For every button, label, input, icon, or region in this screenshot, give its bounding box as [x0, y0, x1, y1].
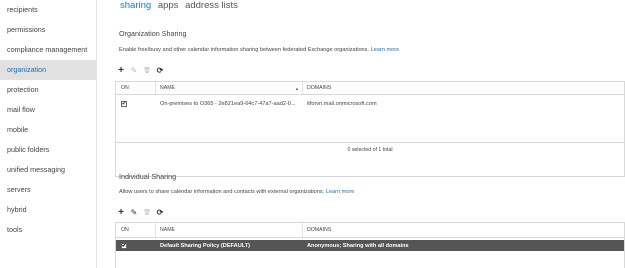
- row-on-cell: ✔: [116, 98, 156, 110]
- individual-sharing-description: Allow users to share calendar informatio…: [119, 189, 354, 195]
- column-header-on[interactable]: ON: [116, 82, 156, 94]
- row-domains: itforvn.mail.onmicrosoft.com: [307, 101, 377, 107]
- main-content: Organization Sharing Enable free/busy an…: [96, 14, 625, 268]
- individual-sharing-title: Individual Sharing: [119, 172, 177, 181]
- column-header-domains-label: DOMAINS: [307, 227, 332, 233]
- add-icon[interactable]: +: [117, 66, 125, 76]
- sidebar: recipients permissions compliance manage…: [0, 0, 97, 268]
- refresh-icon[interactable]: ⟳: [156, 209, 164, 217]
- grid-header: ON NAME ▲ DOMAINS: [116, 82, 624, 95]
- grid-status: 0 selected of 1 total: [116, 142, 624, 157]
- row-domains-cell: itforvn.mail.onmicrosoft.com: [303, 98, 625, 110]
- tab-sharing[interactable]: sharing: [120, 0, 151, 11]
- row-on-cell: ✔: [116, 240, 156, 251]
- table-row[interactable]: ✔ On-premises to O365 - 2e821ea9-64c7-47…: [116, 98, 624, 110]
- org-sharing-title: Organization Sharing: [119, 29, 187, 38]
- column-header-on[interactable]: ON: [116, 223, 156, 237]
- column-header-domains-label: DOMAINS: [307, 85, 332, 91]
- individual-sharing-toolbar: + ✎ 🗑 ⟳: [117, 208, 164, 218]
- grid-header: ON NAME DOMAINS: [116, 223, 624, 238]
- refresh-icon[interactable]: ⟳: [156, 67, 164, 75]
- column-header-on-label: ON: [121, 85, 129, 91]
- delete-icon[interactable]: 🗑: [143, 209, 151, 217]
- row-name-cell: On-premises to O365 - 2e821ea9-64c7-47a7…: [156, 98, 306, 110]
- table-row[interactable]: ✔ Default Sharing Policy (DEFAULT) Anony…: [116, 240, 624, 251]
- sidebar-item-permissions[interactable]: permissions: [0, 20, 96, 40]
- org-sharing-toolbar: + ✎ 🗑 ⟳: [117, 66, 164, 76]
- sidebar-item-compliance-management[interactable]: compliance management: [0, 40, 96, 60]
- edit-icon[interactable]: ✎: [130, 209, 138, 217]
- org-sharing-description-text: Enable free/busy and other calendar info…: [119, 47, 370, 53]
- row-name: Default Sharing Policy (DEFAULT): [160, 242, 251, 249]
- row-name-cell: Default Sharing Policy (DEFAULT): [156, 240, 306, 251]
- sidebar-item-organization[interactable]: organization: [0, 60, 96, 80]
- sidebar-item-tools[interactable]: tools: [0, 220, 96, 240]
- individual-sharing-grid: ON NAME DOMAINS ✔ Default Sharing Policy…: [115, 222, 625, 268]
- column-header-name-label: NAME: [160, 85, 175, 91]
- edit-icon[interactable]: ✎: [130, 67, 138, 75]
- row-domains-cell: Anonymous; Sharing with all domains: [303, 240, 625, 251]
- org-sharing-learn-more-link[interactable]: Learn more: [371, 47, 400, 53]
- org-sharing-description: Enable free/busy and other calendar info…: [119, 47, 399, 53]
- row-name: On-premises to O365 - 2e821ea9-64c7-47a7…: [160, 101, 296, 107]
- individual-sharing-description-text: Allow users to share calendar informatio…: [119, 189, 325, 195]
- row-domains: Anonymous; Sharing with all domains: [307, 242, 409, 249]
- sidebar-item-servers[interactable]: servers: [0, 180, 96, 200]
- sidebar-item-hybrid[interactable]: hybrid: [0, 200, 96, 220]
- checkbox-icon[interactable]: ✔: [121, 101, 127, 107]
- sidebar-item-protection[interactable]: protection: [0, 80, 96, 100]
- add-icon[interactable]: +: [117, 208, 125, 218]
- sidebar-item-public-folders[interactable]: public folders: [0, 140, 96, 160]
- column-header-on-label: ON: [121, 227, 129, 233]
- column-header-name[interactable]: NAME ▲: [156, 82, 303, 94]
- sidebar-item-unified-messaging[interactable]: unified messaging: [0, 160, 96, 180]
- sidebar-item-mobile[interactable]: mobile: [0, 120, 96, 140]
- tab-apps[interactable]: apps: [158, 0, 179, 11]
- org-sharing-grid: ON NAME ▲ DOMAINS ✔ On-premises to O365 …: [115, 81, 625, 177]
- individual-sharing-learn-more-link[interactable]: Learn more: [326, 189, 355, 195]
- sort-up-icon: ▲: [295, 85, 299, 91]
- tab-address-lists[interactable]: address lists: [185, 0, 238, 11]
- checkbox-icon[interactable]: ✔: [121, 242, 127, 249]
- sidebar-item-recipients[interactable]: recipients: [0, 0, 96, 20]
- delete-icon[interactable]: 🗑: [143, 67, 151, 75]
- column-header-name-label: NAME: [160, 227, 175, 233]
- column-header-name[interactable]: NAME: [156, 223, 303, 237]
- sidebar-item-mail-flow[interactable]: mail flow: [0, 100, 96, 120]
- column-header-domains[interactable]: DOMAINS: [303, 82, 625, 94]
- column-header-domains[interactable]: DOMAINS: [303, 223, 625, 237]
- top-tabs: sharing apps address lists: [120, 0, 242, 12]
